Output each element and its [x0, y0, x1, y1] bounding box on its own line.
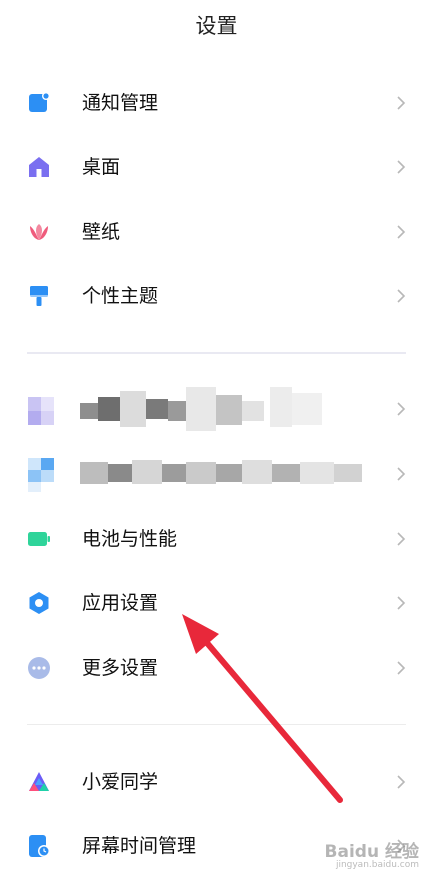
- page-title: 设置: [195, 14, 238, 38]
- chevron-right-icon: [397, 225, 406, 239]
- blurred-icon: [28, 458, 54, 492]
- blurred-icon: [28, 397, 54, 425]
- settings-item-more-settings[interactable]: 更多设置: [0, 636, 433, 700]
- battery-icon: [28, 532, 50, 546]
- settings-item-theme[interactable]: 个性主题: [0, 264, 433, 328]
- paintbrush-icon: [30, 286, 48, 306]
- notification-icon: [29, 92, 50, 112]
- section-divider: [27, 724, 406, 725]
- flower-icon: [30, 224, 48, 240]
- chevron-right-icon: [397, 596, 406, 610]
- settings-item-desktop[interactable]: 桌面: [0, 135, 433, 199]
- home-icon: [29, 157, 49, 177]
- watermark-logo: Baidu 经验: [324, 842, 419, 862]
- chevron-right-icon: [397, 402, 406, 416]
- watermark-url: jingyan.baidu.com: [335, 860, 419, 870]
- chevron-right-icon: [397, 160, 406, 174]
- settings-item-label: 通知管理: [82, 92, 159, 114]
- blurred-label: [80, 458, 370, 490]
- settings-item-label: 屏幕时间管理: [82, 835, 197, 857]
- settings-item-app-settings[interactable]: 应用设置: [0, 571, 433, 635]
- section-divider: [27, 352, 406, 354]
- chevron-right-icon: [397, 775, 406, 789]
- chevron-right-icon: [397, 532, 406, 546]
- settings-item-xiaoai[interactable]: 小爱同学: [0, 750, 433, 814]
- settings-item-label: 小爱同学: [82, 771, 159, 793]
- chevron-right-icon: [397, 467, 406, 481]
- gear-icon: [29, 592, 49, 614]
- xiaoai-icon: [29, 772, 49, 791]
- settings-item-label: 桌面: [82, 156, 121, 178]
- chevron-right-icon: [397, 96, 406, 110]
- chevron-right-icon: [397, 661, 406, 675]
- settings-item-label: 电池与性能: [82, 528, 178, 550]
- settings-screen: 设置 通知管理 桌面 壁纸 个性主题 电池与性能 应用设置 更多设置 小爱同学 …: [0, 0, 433, 872]
- settings-item-notification[interactable]: 通知管理: [0, 71, 433, 135]
- settings-item-label: 更多设置: [82, 657, 159, 679]
- chevron-right-icon: [397, 289, 406, 303]
- blurred-label: [80, 387, 325, 435]
- screen-time-icon: [29, 835, 50, 857]
- settings-item-wallpaper[interactable]: 壁纸: [0, 200, 433, 264]
- settings-item-blurred-1[interactable]: [0, 377, 433, 441]
- settings-item-battery[interactable]: 电池与性能: [0, 507, 433, 571]
- settings-item-label: 壁纸: [82, 221, 121, 243]
- more-icon: [28, 657, 50, 679]
- settings-item-blurred-2[interactable]: [0, 442, 433, 506]
- settings-item-label: 个性主题: [82, 285, 159, 307]
- settings-item-label: 应用设置: [82, 592, 159, 614]
